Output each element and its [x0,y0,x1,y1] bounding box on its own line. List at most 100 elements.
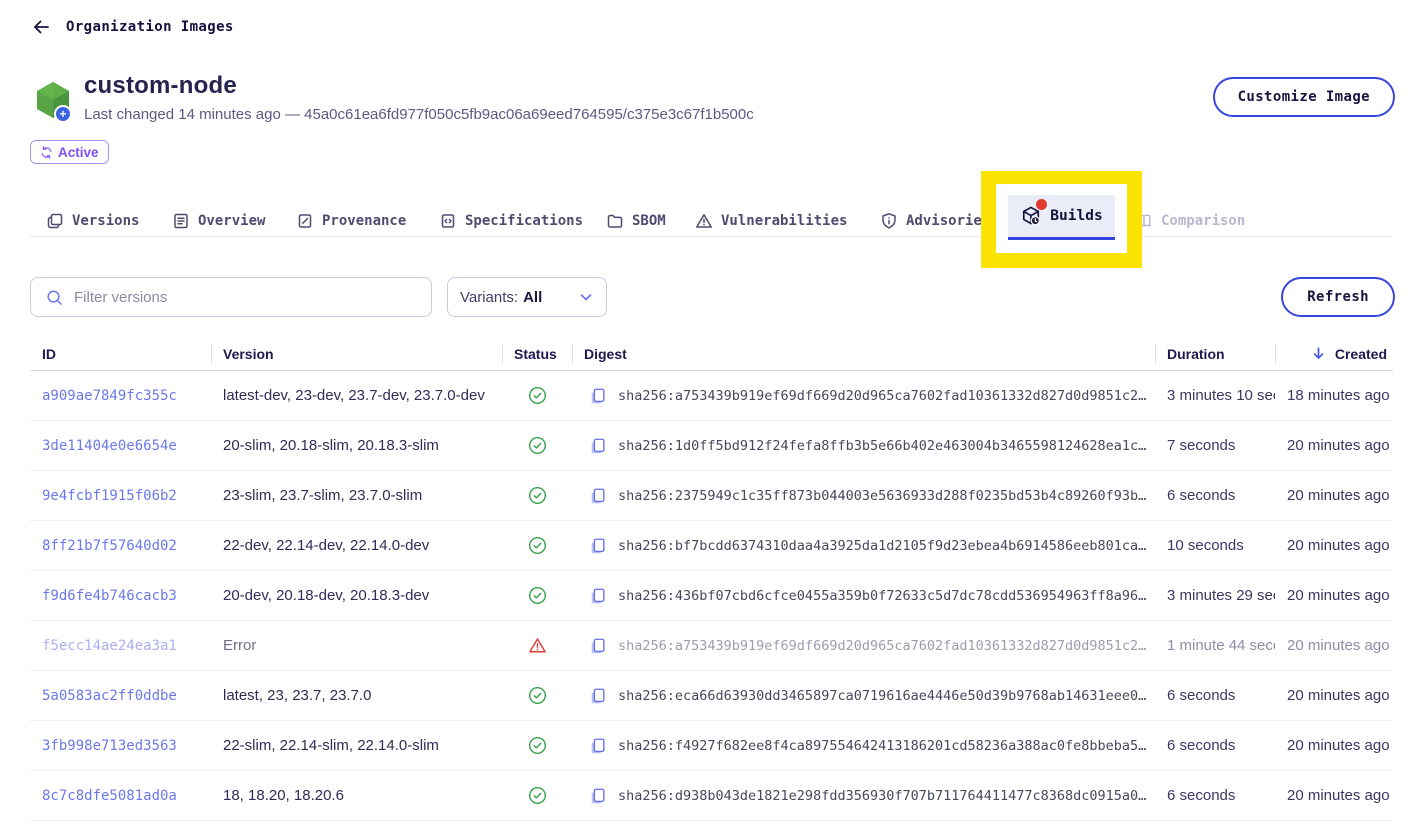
success-status-icon [528,486,547,505]
copy-digest-button[interactable] [589,587,607,605]
highlight-inner: Builds [996,184,1127,253]
tab-sbom[interactable]: SBOM [606,205,666,237]
duration-text: 6 seconds [1167,737,1235,754]
tab-specifications[interactable]: Specifications [439,205,583,237]
version-tags: latest, 23, 23.7, 23.7.0 [223,687,371,704]
build-id-link[interactable]: f5ecc14ae24ea3a1 [42,638,177,654]
customize-image-button[interactable]: Customize Image [1213,77,1395,117]
build-id-link[interactable]: 3fb998e713ed3563 [42,738,177,754]
build-id-link[interactable]: a909ae7849fc355c [42,388,177,404]
tab-versions[interactable]: Versions [46,205,139,237]
version-tags: Error [223,637,256,654]
table-row: 9e4fcbf1915f06b223-slim, 23.7-slim, 23.7… [30,471,1393,521]
duration-text: 6 seconds [1167,487,1235,504]
success-status-icon [528,386,547,405]
success-status-icon [528,786,547,805]
duration-text: 3 minutes 29 seco [1167,587,1275,604]
highlight-annotation: Builds [981,171,1142,268]
tab-provenance[interactable]: Provenance [296,205,406,237]
copy-digest-button[interactable] [589,387,607,405]
duration-text: 3 minutes 10 seco [1167,387,1275,404]
column-header-created[interactable]: Created [1275,337,1393,370]
column-header-id[interactable]: ID [30,337,211,370]
success-status-icon [528,736,547,755]
table-body: a909ae7849fc355c latest-dev, 23-dev, 23.7… [30,371,1393,821]
created-text: 20 minutes ago [1287,487,1390,504]
advisories-icon [880,212,898,230]
filter-versions-input[interactable] [74,289,417,306]
build-id-link[interactable]: 9e4fcbf1915f06b2 [42,488,177,504]
digest-text: sha256:eca66d63930dd3465897ca0719616ae44… [618,688,1146,704]
notification-dot [1036,199,1047,210]
tab-label: Comparison [1161,213,1245,229]
column-header-digest[interactable]: Digest [572,337,1155,370]
table-header: ID Version Status Digest Duration Create… [30,337,1393,371]
tab-builds[interactable]: Builds [1008,195,1114,240]
digest-text: sha256:a753439b919ef69df669d20d965ca7602… [618,388,1146,404]
copy-digest-button[interactable] [589,487,607,505]
image-name: custom-node [84,72,237,100]
digest-text: sha256:a753439b919ef69df669d20d965ca7602… [618,638,1146,654]
status-badge-label: Active [58,145,99,160]
build-id-link[interactable]: 8c7c8dfe5081ad0a [42,788,177,804]
build-id-link[interactable]: f9d6fe4b746cacb3 [42,588,177,604]
filter-versions-box [30,277,432,317]
variants-dropdown[interactable]: Variants: All [447,277,607,317]
arrow-left-icon [31,17,51,37]
table-row: 3de11404e0e6654e20-slim, 20.18-slim, 20.… [30,421,1393,471]
version-tags: 20-dev, 20.18-dev, 20.18.3-dev [223,587,429,604]
tab-vulnerabilities[interactable]: Vulnerabilities [695,205,847,237]
tab-comparison[interactable]: Comparison [1135,205,1245,237]
build-id-link[interactable]: 8ff21b7f57640d02 [42,538,177,554]
tab-label: Versions [72,213,139,229]
copy-digest-button[interactable] [589,687,607,705]
created-text: 20 minutes ago [1287,437,1390,454]
error-status-icon [528,636,547,655]
column-header-status[interactable]: Status [502,337,572,370]
success-status-icon [528,436,547,455]
tab-label: Provenance [322,213,406,229]
image-logo: + [33,80,77,126]
column-header-version[interactable]: Version [211,337,502,370]
tab-overview[interactable]: Overview [172,205,265,237]
version-tags: latest-dev, 23-dev, 23.7-dev, 23.7.0-dev [223,387,485,404]
copy-digest-button[interactable] [589,737,607,755]
version-tags: 18, 18.20, 18.20.6 [223,787,344,804]
image-last-changed: Last changed 14 minutes ago — 45a0c61ea6… [84,106,754,123]
status-badge: Active [30,140,109,164]
tab-advisories[interactable]: Advisories [880,205,990,237]
copy-digest-button[interactable] [589,787,607,805]
back-button[interactable] [30,16,52,38]
created-text: 20 minutes ago [1287,587,1390,604]
tab-label: Vulnerabilities [721,213,847,229]
created-text: 20 minutes ago [1287,737,1390,754]
organization-image-page: Organization Images + custom-node Last c… [0,0,1423,828]
build-id-link[interactable]: 5a0583ac2ff0ddbe [42,688,177,704]
chevron-down-icon [578,289,594,305]
created-text: 20 minutes ago [1287,787,1390,804]
table-row: f9d6fe4b746cacb3 20-dev, 20.18-dev, 20.18… [30,571,1393,621]
refresh-button[interactable]: Refresh [1281,277,1395,317]
sbom-icon [606,212,624,230]
duration-text: 1 minute 44 secon [1167,637,1275,654]
provenance-icon [296,212,314,230]
duration-text: 6 seconds [1167,787,1235,804]
table-row: 8ff21b7f57640d02 22-dev, 22.14-dev, 22.14… [30,521,1393,571]
copy-digest-button[interactable] [589,537,607,555]
digest-text: sha256:d938b043de1821e298fdd356930f707b7… [618,788,1146,804]
digest-text: sha256:2375949c1c35ff873b044003e5636933d… [618,488,1146,504]
copy-digest-button[interactable] [589,637,607,655]
table-row: a909ae7849fc355c latest-dev, 23-dev, 23.7… [30,371,1393,421]
duration-text: 10 seconds [1167,537,1244,554]
column-header-duration[interactable]: Duration [1155,337,1275,370]
variants-label: Variants: [460,289,518,306]
sync-icon [40,146,53,159]
tab-label: Advisories [906,213,990,229]
build-id-link[interactable]: 3de11404e0e6654e [42,438,177,454]
version-tags: 22-dev, 22.14-dev, 22.14.0-dev [223,537,429,554]
table-row: 8c7c8dfe5081ad0a 18, 18.20, 18.20.6 sha256… [30,771,1393,821]
page-title: Organization Images [66,19,234,35]
tab-label: Specifications [465,213,583,229]
overview-icon [172,212,190,230]
copy-digest-button[interactable] [589,437,607,455]
